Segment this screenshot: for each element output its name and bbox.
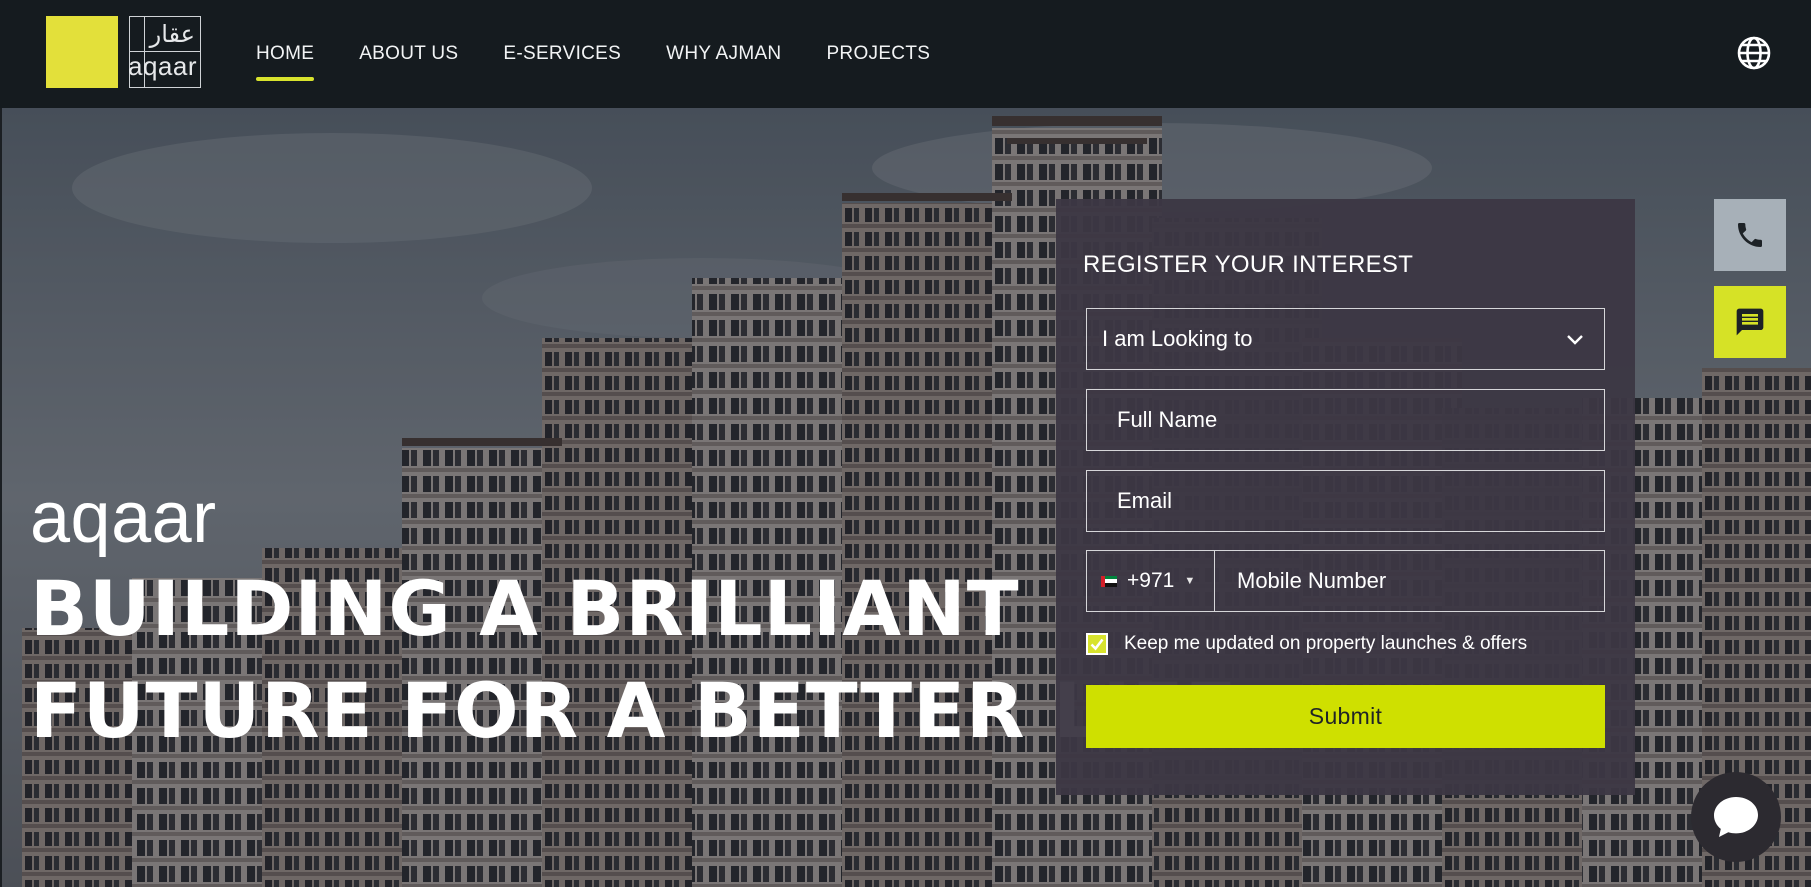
looking-to-select[interactable]: I am Looking to [1086,308,1605,370]
mobile-number-field: +971 ▼ Mobile Number [1086,550,1605,612]
chat-bubble-icon [1714,797,1758,837]
nav-e-services[interactable]: E-SERVICES [503,0,621,108]
opt-in-row: Keep me updated on property launches & o… [1086,633,1527,655]
chevron-down-icon [1567,335,1583,345]
main-nav: HOME ABOUT US E-SERVICES WHY AJMAN PROJE… [256,0,930,108]
country-code-selector[interactable]: +971 ▼ [1087,551,1215,611]
nav-why-ajman[interactable]: WHY AJMAN [666,0,781,108]
globe-icon[interactable] [1736,35,1772,71]
form-title: REGISTER YOUR INTEREST [1083,251,1414,278]
mobile-number-placeholder: Mobile Number [1237,568,1387,593]
full-name-placeholder: Full Name [1117,407,1218,432]
logo-arabic-text: عقار [149,20,195,48]
nav-projects[interactable]: PROJECTS [826,0,930,108]
email-field[interactable]: Email [1086,470,1605,532]
logo-square[interactable] [46,16,118,88]
email-placeholder: Email [1117,488,1173,513]
nav-home[interactable]: HOME [256,0,315,108]
looking-to-value: I am Looking to [1102,326,1253,351]
opt-in-label: Keep me updated on property launches & o… [1124,633,1528,654]
uae-flag-icon [1101,575,1117,587]
phone-icon [1738,223,1762,247]
call-button[interactable] [1714,199,1786,271]
opt-in-checkbox[interactable] [1086,633,1108,655]
country-code: +971 [1127,569,1175,592]
logo-latin-text: aqaar [128,51,197,81]
message-icon [1736,308,1764,336]
check-icon [1090,638,1104,651]
hero-headline-line-1-text: BUILDING A BRILLIANT [30,564,1020,653]
caret-down-icon: ▼ [1184,575,1196,587]
register-interest-form: REGISTER YOUR INTEREST I am Looking to F… [1056,199,1635,795]
live-chat-button[interactable] [1691,772,1781,862]
full-name-field[interactable]: Full Name [1086,389,1605,451]
site-header: عقار aqaar HOME ABOUT US E-SERVICES WHY … [0,0,1811,108]
nav-about-us[interactable]: ABOUT US [359,0,458,108]
mobile-number-input[interactable]: Mobile Number [1215,568,1386,594]
submit-button[interactable]: Submit [1086,685,1605,748]
aqaar-logo[interactable]: عقار aqaar [128,16,201,88]
message-button[interactable] [1714,286,1786,358]
